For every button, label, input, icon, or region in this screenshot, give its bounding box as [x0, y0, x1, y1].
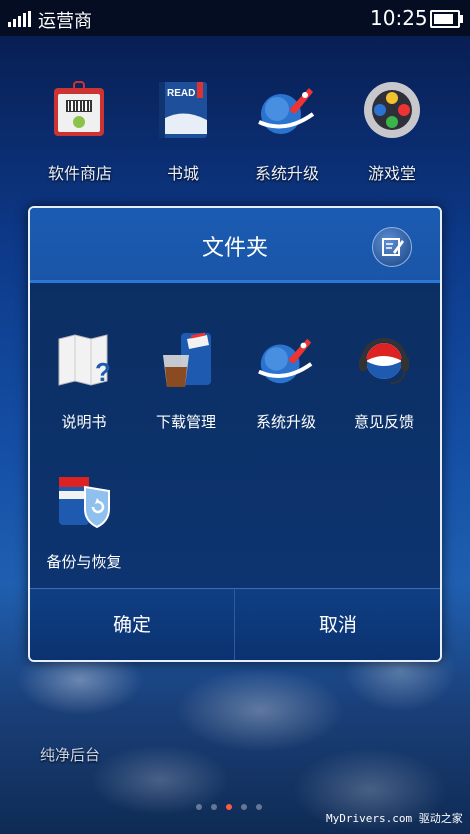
desktop-app-system-upgrade[interactable]: 系统升级: [237, 78, 337, 184]
gamepad-icon: [360, 78, 424, 142]
cancel-button[interactable]: 取消: [236, 589, 440, 660]
page-dot: [211, 804, 217, 810]
folder-item-label: 意见反馈: [353, 413, 414, 431]
store-bag-icon: [48, 78, 112, 142]
folder-item-label: 系统升级: [255, 413, 316, 431]
page-dot: [241, 804, 247, 810]
headset-feedback-icon: [353, 329, 415, 391]
svg-text:READ: READ: [167, 88, 195, 99]
folder-dialog: 文件夹 ? 说明书 下载管理 系统升级 意见反馈 备份与恢复 确定 取消: [28, 206, 442, 662]
dialog-header: 文件夹: [30, 208, 440, 283]
desktop-app-bookstore[interactable]: READ 书城: [133, 78, 233, 184]
carrier-name: 运营商: [38, 11, 92, 32]
ok-button[interactable]: 确定: [30, 589, 235, 660]
folder-item-download-manager[interactable]: 下载管理: [138, 329, 234, 432]
status-bar: 运营商 10:25: [0, 0, 470, 36]
download-cup-icon: [155, 329, 217, 391]
page-indicator: [196, 804, 262, 810]
status-clock: 10:25: [370, 6, 428, 30]
folder-item-feedback[interactable]: 意见反馈: [336, 329, 432, 432]
folder-item-manual[interactable]: ? 说明书: [36, 329, 132, 432]
desktop-app-clean-background[interactable]: 纯净后台: [40, 744, 100, 765]
page-dot: [256, 804, 262, 810]
manual-map-icon: ?: [53, 329, 115, 391]
edit-button[interactable]: [372, 227, 412, 267]
desktop-app-label: 软件商店: [47, 164, 112, 183]
rocket-globe-icon: [255, 78, 319, 142]
backup-restore-icon: [53, 469, 115, 531]
folder-item-label: 备份与恢复: [46, 553, 122, 571]
folder-item-backup-restore[interactable]: 备份与恢复: [36, 469, 132, 572]
dialog-footer: 确定 取消: [30, 588, 440, 660]
desktop-app-store[interactable]: 软件商店: [30, 78, 130, 184]
folder-item-system-upgrade[interactable]: 系统升级: [238, 329, 334, 432]
watermark: MyDrivers.com 驱动之家: [326, 812, 463, 825]
edit-icon: [382, 238, 404, 256]
signal-icon: [8, 11, 31, 27]
desktop-app-label: 游戏堂: [367, 164, 416, 183]
desktop-app-label: 书城: [166, 164, 199, 183]
dialog-body: ? 说明书 下载管理 系统升级 意见反馈 备份与恢复: [30, 283, 440, 588]
desktop-app-label: 系统升级: [254, 164, 319, 183]
page-dot: [226, 804, 232, 810]
folder-item-label: 下载管理: [155, 413, 216, 431]
rocket-globe-icon: [255, 329, 317, 391]
battery-icon: [430, 10, 463, 28]
page-dot: [196, 804, 202, 810]
svg-text:?: ?: [95, 357, 111, 387]
desktop-app-game-hall[interactable]: 游戏堂: [342, 78, 442, 184]
read-book-icon: READ: [151, 78, 215, 142]
folder-item-label: 说明书: [61, 413, 107, 431]
